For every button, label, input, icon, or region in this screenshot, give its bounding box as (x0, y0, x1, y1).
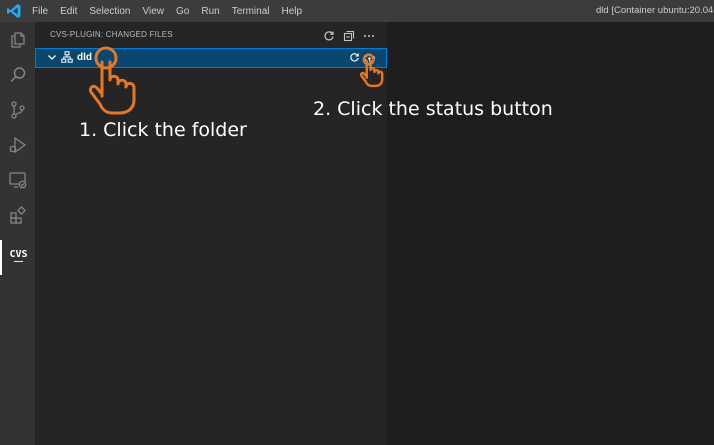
remote-explorer-icon (8, 171, 26, 188)
pointing-hand-icon (360, 53, 384, 88)
activity-run-debug[interactable] (0, 127, 35, 162)
activity-bar: CVS ━━━ (0, 22, 35, 445)
menu-selection[interactable]: Selection (89, 6, 130, 17)
refresh-icon (350, 53, 359, 62)
menu-run[interactable]: Run (201, 6, 219, 17)
activity-cvs-plugin[interactable]: CVS ━━━ (0, 240, 35, 275)
panel-title: CVS-PLUGIN: CHANGED FILES (50, 30, 173, 39)
run-debug-icon (9, 136, 26, 153)
chevron-down-icon[interactable] (46, 51, 58, 63)
activity-extensions[interactable] (0, 197, 35, 232)
menu-help[interactable]: Help (282, 6, 303, 17)
source-control-icon (10, 100, 25, 119)
menu-edit[interactable]: Edit (60, 6, 77, 17)
window-title: dld [Container ubuntu:20.04 ( (596, 5, 714, 16)
pointing-hand-icon (89, 46, 136, 115)
collapse-all-icon (343, 30, 355, 42)
activity-explorer[interactable] (0, 22, 35, 57)
editor-area (387, 22, 714, 445)
extensions-icon (9, 205, 26, 224)
title-bar: File Edit Selection View Go Run Terminal… (0, 0, 714, 22)
annotation-step-1: 1. Click the folder (79, 119, 247, 141)
activity-source-control[interactable] (0, 92, 35, 127)
explorer-icon (10, 31, 25, 48)
collapse-all-button[interactable] (341, 28, 357, 44)
annotation-step-2: 2. Click the status button (313, 98, 553, 120)
menu-go[interactable]: Go (176, 6, 189, 17)
activity-remote-explorer[interactable] (0, 162, 35, 197)
refresh-button[interactable] (321, 28, 337, 44)
menu-bar: File Edit Selection View Go Run Terminal… (32, 0, 314, 22)
more-actions-icon (364, 35, 374, 37)
activity-search[interactable] (0, 57, 35, 92)
cvs-plugin-icon: CVS ━━━ (9, 249, 28, 266)
more-actions-button[interactable] (361, 28, 377, 44)
menu-view[interactable]: View (143, 6, 165, 17)
vscode-logo-icon[interactable] (6, 3, 22, 19)
menu-file[interactable]: File (32, 6, 48, 17)
repository-icon (61, 51, 73, 63)
menu-terminal[interactable]: Terminal (232, 6, 270, 17)
search-icon (9, 66, 25, 82)
refresh-icon (324, 31, 334, 41)
